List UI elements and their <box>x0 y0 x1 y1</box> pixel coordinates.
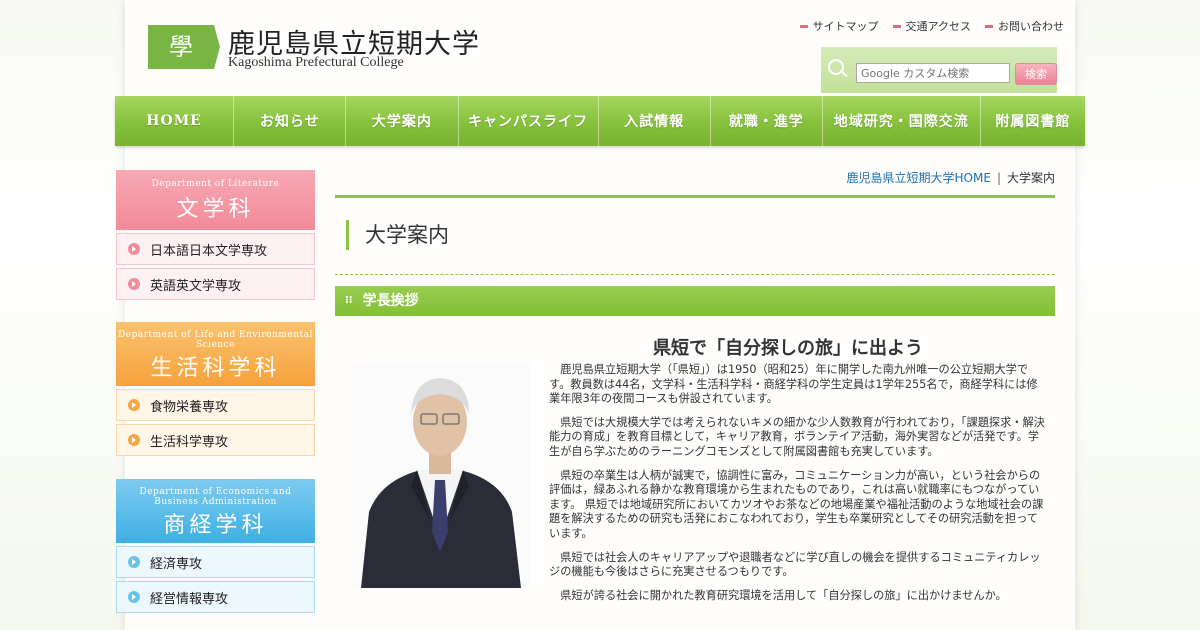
logo-emblem-icon: 學 <box>148 25 220 69</box>
section-heading: ⁝⁝ 学長挨拶 <box>335 286 1055 316</box>
president-photo <box>351 362 530 588</box>
search-icon <box>828 59 844 75</box>
bullet-icon <box>892 24 901 28</box>
article-paragraph: 県短では社会人のキャリアアップや退職者などに学び直しの機会を提供するコミュニティ… <box>549 550 1041 579</box>
dept-name-jp: 生活科学科 <box>150 356 281 381</box>
search-input[interactable] <box>856 63 1010 83</box>
dept-name-en: Department of Literature <box>151 179 280 189</box>
bullet-icon <box>799 24 808 28</box>
dept-name-jp: 商経学科 <box>163 513 268 538</box>
search-box: 検索 <box>821 47 1057 93</box>
nav-item-campus-life[interactable]: キャンパスライフ <box>459 96 599 146</box>
page-title: 大学案内 <box>346 220 449 250</box>
major-link-economics[interactable]: 経済専攻 <box>116 546 315 578</box>
dept-literature-banner[interactable]: Department of Literature 文学科 <box>116 170 315 230</box>
article-title: 県短で「自分探しの旅」に出よう <box>653 338 923 359</box>
nav-item-careers[interactable]: 就職・進学 <box>711 96 823 146</box>
dept-life-science-banner[interactable]: Department of Life and Environmental Sci… <box>116 322 315 386</box>
global-nav: HOME お知らせ 大学案内 キャンパスライフ 入試情報 就職・進学 地域研究・… <box>115 96 1085 146</box>
utility-link-sitemap[interactable]: サイトマップ <box>799 18 879 34</box>
major-link-life-science[interactable]: 生活科学専攻 <box>116 424 315 456</box>
divider <box>335 195 1055 198</box>
utility-link-access[interactable]: 交通アクセス <box>892 18 971 34</box>
major-link-japanese-literature[interactable]: 日本語日本文学専攻 <box>116 233 315 265</box>
article-paragraph: 鹿児島県立短期大学（「県短」）は1950（昭和25）年に開学した南九州唯一の公立… <box>549 363 1038 406</box>
arrow-circle-icon <box>128 591 140 603</box>
section-heading-text: 学長挨拶 <box>362 293 419 309</box>
dept-name-en: Department of Life and Environmental Sci… <box>118 330 313 350</box>
arrow-circle-icon <box>128 243 140 255</box>
arrow-circle-icon <box>128 434 140 446</box>
divider-dashed <box>335 274 1055 275</box>
utility-links: サイトマップ 交通アクセス お問い合わせ <box>799 18 1064 34</box>
utility-link-contact[interactable]: お問い合わせ <box>985 18 1064 34</box>
breadcrumb-home-link[interactable]: 鹿児島県立短期大学HOME <box>847 171 991 185</box>
article-paragraph: 県短の卒業生は人柄が誠実で，協調性に富み，コミュニケーション力が高い，という社会… <box>549 468 1044 540</box>
major-link-business-info[interactable]: 経営情報専攻 <box>116 581 315 613</box>
nav-item-news[interactable]: お知らせ <box>234 96 347 146</box>
dept-name-en: Department of Economics and Business Adm… <box>139 487 292 507</box>
dept-literature: Department of Literature 文学科 日本語日本文学専攻 英… <box>116 170 315 300</box>
arrow-circle-icon <box>128 278 140 290</box>
site-title-en: Kagoshima Prefectural College <box>228 55 404 70</box>
nav-item-home[interactable]: HOME <box>115 96 235 146</box>
search-button[interactable]: 検索 <box>1015 63 1057 85</box>
breadcrumb: 鹿児島県立短期大学HOME | 大学案内 <box>847 169 1055 186</box>
breadcrumb-separator: | <box>996 171 1001 185</box>
arrow-circle-icon <box>128 556 140 568</box>
arrow-circle-icon <box>128 399 140 411</box>
article-body: 鹿児島県立短期大学（「県短」）は1950（昭和25）年に開学した南九州唯一の公立… <box>549 363 1045 612</box>
site-logo[interactable]: 學 鹿児島県立短期大学 Kagoshima Prefectural Colleg… <box>148 22 479 74</box>
article-paragraph: 県短では大規模大学では考えられないキメの細かな少人数教育が行われており，「課題探… <box>549 415 1045 458</box>
nav-item-library[interactable]: 附属図書館 <box>981 96 1085 146</box>
section-marker-icon: ⁝⁝ <box>345 295 353 306</box>
dept-life-science: Department of Life and Environmental Sci… <box>116 322 315 456</box>
nav-item-admissions[interactable]: 入試情報 <box>599 96 711 146</box>
major-link-food-nutrition[interactable]: 食物栄養専攻 <box>116 389 315 421</box>
nav-item-regional-research[interactable]: 地域研究・国際交流 <box>823 96 981 146</box>
article-paragraph: 県短が誇る社会に開かれた教育研究環境を活用して「自分探しの旅」に出かけませんか。 <box>560 588 1007 602</box>
dept-name-jp: 文学科 <box>176 197 255 222</box>
breadcrumb-current: 大学案内 <box>1006 171 1055 185</box>
nav-item-about[interactable]: 大学案内 <box>346 96 459 146</box>
dept-economics-banner[interactable]: Department of Economics and Business Adm… <box>116 479 315 543</box>
dept-economics: Department of Economics and Business Adm… <box>116 479 315 613</box>
bullet-icon <box>985 24 993 28</box>
major-link-english-literature[interactable]: 英語英文学専攻 <box>116 268 315 300</box>
